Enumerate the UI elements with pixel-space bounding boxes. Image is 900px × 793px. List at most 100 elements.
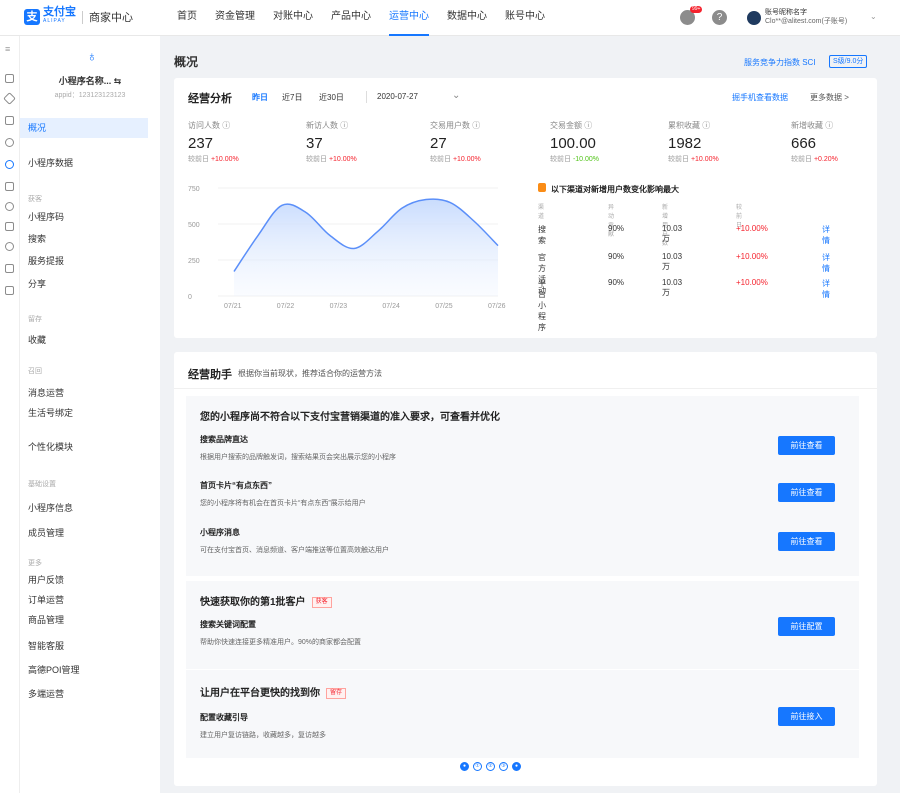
sidebar-item-overview[interactable]: 概况: [20, 118, 148, 138]
panel-heading: 您的小程序尚不符合以下支付宝营销渠道的准入要求，可查看并优化: [200, 412, 500, 423]
sidebar-item-amap-poi[interactable]: 高德POI管理: [20, 660, 148, 680]
nav-account[interactable]: 账号中心: [496, 0, 554, 36]
x-tick-label: 07/23: [330, 303, 348, 310]
page-dot[interactable]: ●: [460, 762, 469, 771]
metric-new-visitors: 新访人数 ⓘ 37 较前日 +10.00%: [306, 120, 416, 164]
sidebar-item-message-ops[interactable]: 消息运营: [20, 383, 148, 403]
go-connect-button[interactable]: 前往接入: [778, 707, 835, 726]
warning-bell-icon: [538, 183, 546, 192]
item-desc: 建立用户复访链路，收藏越多，复访越多: [200, 732, 326, 739]
avatar[interactable]: [747, 11, 761, 25]
sidebar-item-search[interactable]: 搜索: [20, 229, 148, 249]
miniapp-logo-icon: ♁: [86, 48, 98, 64]
sidebar-item-favorites[interactable]: 收藏: [20, 330, 148, 350]
strip-document-icon[interactable]: [5, 182, 14, 191]
sidebar-item-personalized[interactable]: 个性化模块: [20, 437, 148, 457]
detail-link[interactable]: 详情: [822, 278, 830, 300]
metric-delta: +10.00%: [328, 156, 357, 163]
channel-impact-title: 以下渠道对新增用户数变化影响最大: [551, 185, 679, 194]
strip-calendar-icon[interactable]: [5, 264, 14, 273]
nav-home[interactable]: 首页: [168, 0, 206, 36]
help-icon[interactable]: ?: [712, 10, 727, 25]
sidebar-item-smart-cs[interactable]: 智能客服: [20, 636, 148, 656]
page-dot[interactable]: ①: [473, 762, 482, 771]
more-data-link[interactable]: 更多数据 >: [810, 92, 849, 103]
table-row: 搜索: [538, 225, 546, 245]
account-name: 账号昵称名字: [765, 9, 807, 16]
nav-operations[interactable]: 运营中心: [380, 0, 438, 36]
detail-link[interactable]: 详情: [822, 224, 830, 246]
go-view-button[interactable]: 前往查看: [778, 532, 835, 551]
go-view-button[interactable]: 前往查看: [778, 436, 835, 455]
date-picker[interactable]: 2020-07-27: [377, 92, 418, 101]
chevron-down-icon[interactable]: ⌄: [870, 12, 877, 21]
assistant-title: 经营助手: [188, 369, 232, 381]
strip-tag-icon[interactable]: [5, 202, 14, 211]
chevron-down-icon[interactable]: ⌄: [452, 90, 460, 101]
sidebar-item-qrcode[interactable]: 小程序码: [20, 207, 148, 227]
metric-value: 666: [791, 135, 817, 152]
range-7days[interactable]: 近7日: [282, 92, 302, 103]
strip-shield-icon[interactable]: [5, 138, 14, 147]
metric-value: 1982: [668, 135, 702, 152]
icon-strip: ≡: [0, 36, 20, 793]
sidebar-item-orders[interactable]: 订单运营: [20, 590, 148, 610]
alipay-logo[interactable]: 支 支付宝 ALIPAY 商家中心: [24, 7, 133, 26]
main-nav: 首页 资金管理 对账中心 产品中心 运营中心 数据中心 账号中心: [168, 0, 554, 36]
strip-monitor-icon[interactable]: [5, 286, 14, 295]
metric-value: 100.00: [550, 135, 596, 152]
page-dot[interactable]: ②: [486, 762, 495, 771]
divider: [174, 388, 877, 389]
y-tick-label: 500: [188, 222, 200, 229]
sidebar-item-feedback[interactable]: 用户反馈: [20, 570, 148, 590]
business-analysis-card: 经营分析 昨日 近7日 近30日 2020-07-27 ⌄ 掘手机查看数据 更多…: [174, 78, 877, 338]
go-configure-button[interactable]: 前往配置: [778, 617, 835, 636]
nav-funds[interactable]: 资金管理: [206, 0, 264, 36]
nav-reconcile[interactable]: 对账中心: [264, 0, 322, 36]
x-tick-label: 07/24: [382, 303, 400, 310]
pagination: ● ① ② ③ ●: [460, 762, 525, 771]
page-title: 概况: [174, 55, 199, 69]
sidebar-item-share[interactable]: 分享: [20, 274, 148, 294]
range-30days[interactable]: 近30日: [319, 92, 344, 103]
strip-wallet-icon[interactable]: [5, 222, 14, 231]
y-tick-label: 250: [188, 258, 200, 265]
account-info[interactable]: 账号昵称名字 Clo**@alitest.com(子账号): [765, 8, 847, 26]
detail-link[interactable]: 详情: [822, 252, 830, 274]
visitors-area-chart: 750 500 250 0 07/21 07/22 07/23 07/24 07/25 07/26: [188, 186, 506, 310]
sidebar-item-miniapp-info[interactable]: 小程序信息: [20, 498, 148, 518]
sidebar-group-acquire: 获客: [28, 196, 42, 203]
x-tick-label: 07/22: [277, 303, 295, 310]
strip-operations-icon[interactable]: [5, 160, 14, 169]
strip-megaphone-icon[interactable]: [5, 116, 14, 125]
nav-products[interactable]: 产品中心: [322, 0, 380, 36]
sci-link[interactable]: 服务竞争力指数 SCI: [744, 57, 816, 68]
item-desc: 帮助你快速连接更多精准用户。90%的商家都会配置: [200, 639, 362, 646]
page-dot[interactable]: ●: [512, 762, 521, 771]
strip-dashboard-icon[interactable]: [5, 74, 14, 83]
sidebar-item-service-report[interactable]: 服务提报: [20, 251, 148, 271]
sidebar-group-basic: 基础设置: [28, 481, 56, 488]
notification-badge: 99+: [690, 6, 703, 13]
metric-new-favorites: 新增收藏 ⓘ 666 较前日 +0.20%: [791, 120, 900, 164]
sidebar: ♁ 小程序名称... ⇆ appid：123123123123 概况 小程序数据…: [20, 36, 160, 793]
nav-data[interactable]: 数据中心: [438, 0, 496, 36]
miniapp-name[interactable]: 小程序名称... ⇆: [20, 74, 160, 87]
mobile-view-link[interactable]: 掘手机查看数据: [732, 92, 788, 103]
go-view-button[interactable]: 前往查看: [778, 483, 835, 502]
menu-icon[interactable]: ≡: [5, 44, 10, 54]
sidebar-item-miniapp-data[interactable]: 小程序数据: [20, 153, 148, 173]
miniapp-appid: appid：123123123123: [54, 92, 126, 99]
metric-delta: +10.00%: [690, 156, 719, 163]
sidebar-group-more: 更多: [28, 560, 42, 567]
sci-badge[interactable]: S级/9.0分: [829, 55, 868, 68]
range-yesterday[interactable]: 昨日: [252, 92, 268, 103]
sidebar-item-lifeaccount[interactable]: 生活号绑定: [20, 403, 148, 423]
sidebar-item-members[interactable]: 成员管理: [20, 523, 148, 543]
sidebar-item-multi-terminal[interactable]: 多端运营: [20, 684, 148, 704]
analysis-title: 经营分析: [188, 93, 232, 105]
page-dot[interactable]: ③: [499, 762, 508, 771]
strip-bank-icon[interactable]: [5, 242, 14, 251]
strip-diamond-icon[interactable]: [3, 92, 16, 105]
sidebar-item-goods[interactable]: 商品管理: [20, 610, 148, 630]
